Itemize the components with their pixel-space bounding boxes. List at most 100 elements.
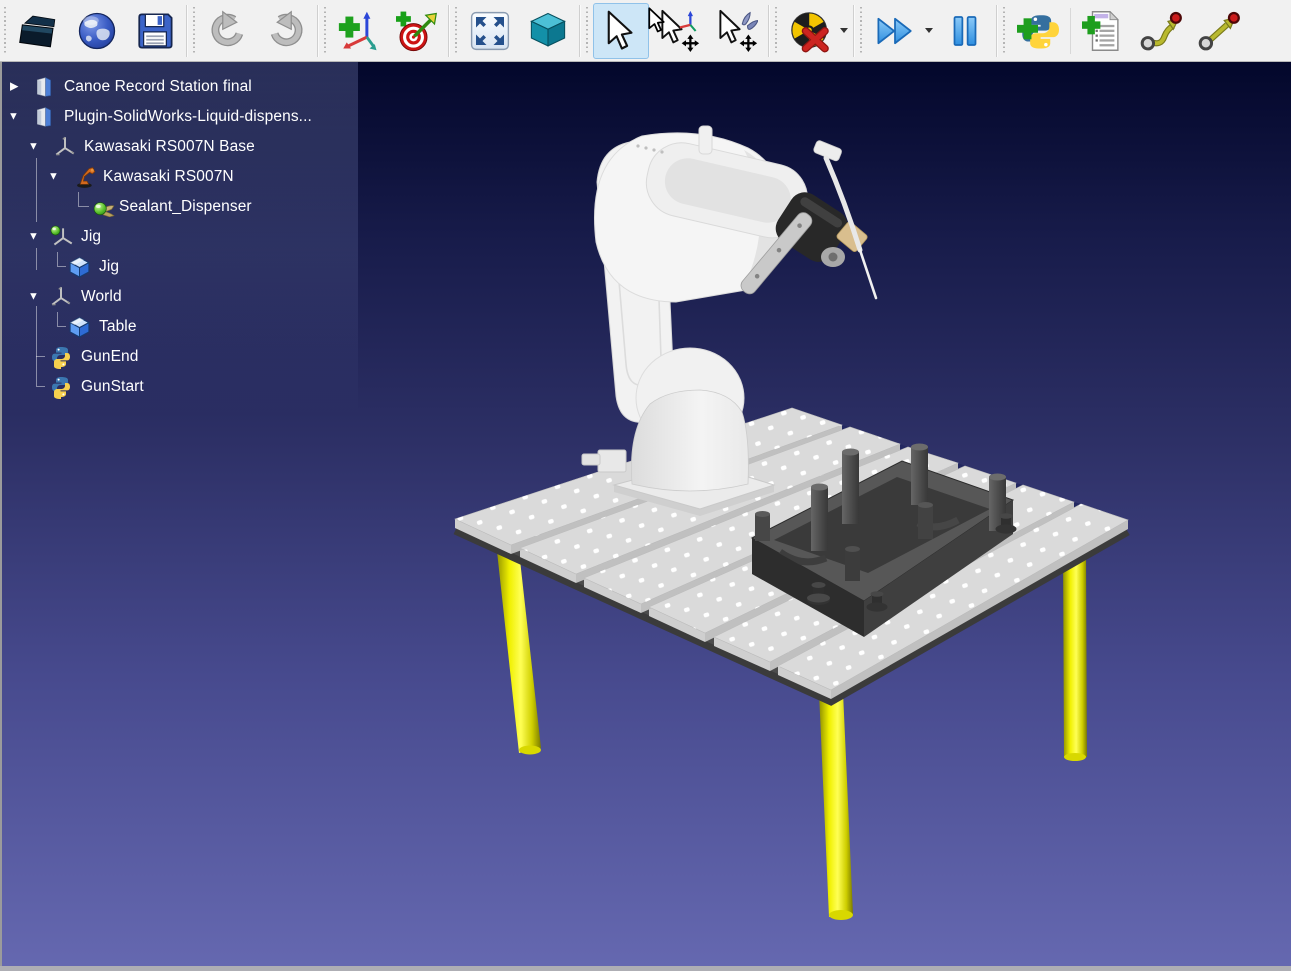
folder-open-icon (18, 6, 60, 56)
expand-arrow-icon[interactable]: ▶ (10, 82, 18, 93)
tree-item-label[interactable]: World (81, 288, 122, 306)
robodk-window: ▶ Canoe Record Station final ▼ Plugin-So… (0, 0, 1291, 971)
tree-item-frame-world[interactable]: ▼ World (0, 282, 380, 312)
toolbar-drag-handle[interactable] (859, 7, 863, 55)
tree-item-object-table[interactable]: Table (0, 312, 380, 342)
fast-simulation-button[interactable] (867, 3, 923, 59)
program-add-icon (1082, 5, 1124, 57)
tree-item-robot-kawasaki[interactable]: ▼ Kawasaki RS007N (0, 162, 380, 192)
toolbar-separator (768, 5, 770, 57)
toolbar-drag-handle[interactable] (323, 7, 327, 55)
move-robot-cursor-icon (716, 5, 758, 57)
isometric-view-button[interactable] (520, 3, 576, 59)
save-station-button[interactable] (127, 3, 183, 59)
fast-simulation-dropdown[interactable] (924, 3, 934, 59)
3d-viewport[interactable]: ▶ Canoe Record Station final ▼ Plugin-So… (0, 62, 1291, 966)
add-frame-icon (338, 5, 380, 57)
toolbar-separator (579, 5, 581, 57)
collapse-arrow-icon[interactable]: ▼ (28, 232, 39, 243)
toolbar-drag-handle[interactable] (192, 7, 196, 55)
move-robot-cursor-button[interactable] (709, 3, 765, 59)
collapse-arrow-icon[interactable]: ▼ (28, 292, 39, 303)
add-target-icon (396, 5, 438, 57)
tree-item-station-canoe[interactable]: ▶ Canoe Record Station final (0, 72, 380, 102)
add-target-button[interactable] (389, 3, 445, 59)
fit-all-button[interactable] (462, 3, 518, 59)
tree-item-label[interactable]: Plugin-SolidWorks-Liquid-dispens... (64, 108, 312, 126)
toolbar-separator (317, 5, 319, 57)
move-reference-cursor-icon (658, 5, 700, 57)
station-icon (33, 76, 55, 98)
station-tree: ▶ Canoe Record Station final ▼ Plugin-So… (0, 62, 380, 502)
tree-item-label[interactable]: Kawasaki RS007N Base (84, 138, 255, 156)
window-frame-bottom (0, 966, 1291, 971)
move-joint-instruction-button[interactable] (1133, 3, 1189, 59)
fast-forward-icon (874, 5, 916, 57)
open-online-library-button[interactable] (69, 3, 125, 59)
chevron-down-icon (840, 28, 848, 33)
python-add-icon (1017, 5, 1059, 57)
tree-item-label[interactable]: GunEnd (81, 348, 138, 366)
window-frame-left (0, 62, 2, 966)
toolbar-separator (186, 5, 188, 57)
toolbar-drag-handle[interactable] (585, 7, 589, 55)
tree-item-label[interactable]: Jig (99, 258, 119, 276)
tree-item-object-jig[interactable]: Jig (0, 252, 380, 282)
station-icon (33, 106, 55, 128)
python-program-icon (49, 345, 73, 369)
open-station-button[interactable] (11, 3, 67, 59)
tree-item-label[interactable]: Table (99, 318, 137, 336)
add-reference-frame-button[interactable] (331, 3, 387, 59)
collapse-arrow-icon[interactable]: ▼ (28, 142, 39, 153)
undo-button[interactable] (200, 3, 256, 59)
object-cube-icon (67, 315, 92, 340)
select-cursor-icon (600, 5, 642, 57)
tree-item-program-gunend[interactable]: GunEnd (0, 342, 380, 372)
toolbar-separator (448, 5, 450, 57)
toolbar-drag-handle[interactable] (774, 7, 778, 55)
tool-icon (92, 195, 116, 219)
toolbar-separator (996, 5, 998, 57)
redo-button[interactable] (258, 3, 314, 59)
toolbar-drag-handle[interactable] (454, 7, 458, 55)
tree-item-label[interactable]: Kawasaki RS007N (103, 168, 234, 186)
pause-simulation-button[interactable] (937, 3, 993, 59)
tree-item-label[interactable]: Jig (81, 228, 101, 246)
move-linear-instruction-button[interactable] (1191, 3, 1247, 59)
tree-item-label[interactable]: Sealant_Dispenser (119, 198, 252, 216)
toolbar-drag-handle[interactable] (1002, 7, 1006, 55)
floppy-save-icon (134, 6, 176, 56)
move-joint-icon (1140, 5, 1182, 57)
collapse-arrow-icon[interactable]: ▼ (48, 172, 59, 183)
radioactive-off-icon (789, 5, 831, 57)
globe-icon (76, 6, 118, 56)
tree-item-tool-sealant-dispenser[interactable]: Sealant_Dispenser (0, 192, 380, 222)
toolbar-separator (1070, 8, 1071, 54)
robot-icon (75, 166, 98, 189)
python-program-icon (49, 375, 73, 399)
tree-item-label[interactable]: Canoe Record Station final (64, 78, 252, 96)
redo-arrow-icon (265, 5, 307, 57)
tree-item-label[interactable]: GunStart (81, 378, 144, 396)
toolbar-drag-handle[interactable] (3, 7, 7, 55)
iso-cube-icon (527, 5, 569, 57)
tree-item-station-plugin[interactable]: ▼ Plugin-SolidWorks-Liquid-dispens... (0, 102, 380, 132)
collision-check-dropdown[interactable] (839, 3, 849, 59)
select-cursor-button[interactable] (593, 3, 649, 59)
reference-frame-icon (53, 135, 77, 159)
move-linear-icon (1198, 5, 1240, 57)
tree-item-frame-jig[interactable]: ▼ Jig (0, 222, 380, 252)
move-reference-cursor-button[interactable] (651, 3, 707, 59)
add-program-button[interactable] (1075, 3, 1131, 59)
chevron-down-icon (925, 28, 933, 33)
main-toolbar (0, 0, 1291, 62)
fit-all-icon (469, 5, 511, 57)
collision-check-button[interactable] (782, 3, 838, 59)
collapse-arrow-icon[interactable]: ▼ (8, 112, 19, 123)
object-cube-icon (67, 255, 92, 280)
pause-icon (944, 5, 986, 57)
tree-item-program-gunstart[interactable]: GunStart (0, 372, 380, 402)
tree-item-frame-kawasaki-base[interactable]: ▼ Kawasaki RS007N Base (0, 132, 380, 162)
add-python-program-button[interactable] (1010, 3, 1066, 59)
reference-frame-ball-icon (49, 225, 75, 249)
